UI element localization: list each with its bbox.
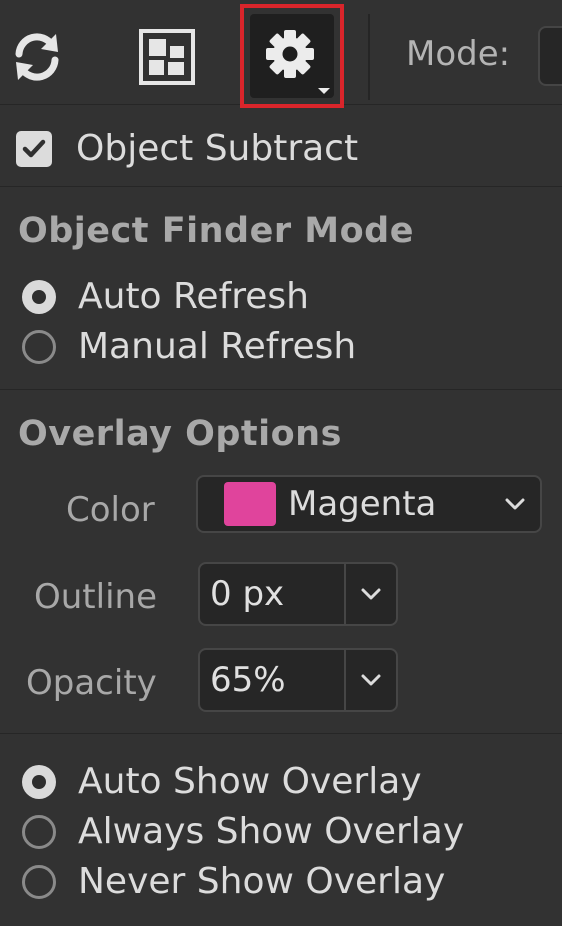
- color-swatch: [224, 482, 276, 526]
- section-divider: [0, 389, 562, 390]
- outline-dropdown-button[interactable]: [346, 564, 396, 624]
- auto-refresh-label: Auto Refresh: [78, 276, 309, 317]
- outline-label: Outline: [34, 577, 158, 617]
- toolbar-divider: [368, 14, 370, 100]
- outline-combo[interactable]: 0 px: [198, 562, 398, 626]
- mode-select[interactable]: [538, 26, 562, 86]
- radio-auto-refresh[interactable]: Auto Refresh: [22, 274, 309, 320]
- radio-never-show-overlay[interactable]: Never Show Overlay: [22, 859, 445, 905]
- never-show-overlay-label: Never Show Overlay: [78, 861, 446, 902]
- toolbar: Mode:: [0, 0, 562, 108]
- always-show-overlay-label: Always Show Overlay: [78, 811, 465, 852]
- chevron-down-icon: [500, 489, 530, 519]
- radio-always-show-overlay[interactable]: Always Show Overlay: [22, 809, 464, 855]
- auto-show-overlay-label: Auto Show Overlay: [78, 761, 422, 802]
- refresh-button[interactable]: [8, 26, 66, 88]
- chevron-down-icon: [361, 674, 381, 686]
- color-value: Magenta: [288, 484, 437, 524]
- radio-manual-refresh[interactable]: Manual Refresh: [22, 324, 356, 370]
- object-selection-settings-panel: Mode: Object Subtract Object Finder Mode…: [0, 0, 562, 926]
- checkmark-icon: [22, 139, 46, 158]
- opacity-combo[interactable]: 65%: [198, 648, 398, 712]
- settings-button[interactable]: [250, 14, 334, 98]
- object-subtract-row[interactable]: Object Subtract: [16, 126, 358, 172]
- radio-button[interactable]: [22, 815, 56, 849]
- radio-auto-show-overlay[interactable]: Auto Show Overlay: [22, 759, 422, 805]
- outline-input[interactable]: 0 px: [200, 564, 346, 624]
- section-divider: [0, 733, 562, 734]
- opacity-input[interactable]: 65%: [200, 650, 346, 710]
- color-label: Color: [66, 490, 155, 530]
- settings-highlight: [240, 4, 344, 108]
- opacity-dropdown-button[interactable]: [346, 650, 396, 710]
- layout-grid-icon: [139, 29, 195, 85]
- layout-button[interactable]: [136, 26, 198, 88]
- object-subtract-checkbox[interactable]: [16, 131, 52, 167]
- radio-button-selected[interactable]: [22, 765, 56, 799]
- radio-button-selected[interactable]: [22, 280, 56, 314]
- object-subtract-label: Object Subtract: [76, 128, 359, 169]
- mode-label: Mode:: [406, 34, 511, 74]
- opacity-label: Opacity: [26, 663, 157, 703]
- radio-button[interactable]: [22, 330, 56, 364]
- color-select[interactable]: Magenta: [196, 475, 542, 533]
- dropdown-caret-icon: [318, 88, 330, 94]
- object-finder-mode-title: Object Finder Mode: [18, 211, 414, 251]
- overlay-options-title: Overlay Options: [18, 414, 342, 454]
- manual-refresh-label: Manual Refresh: [78, 326, 357, 367]
- refresh-icon: [15, 33, 59, 81]
- chevron-down-icon: [361, 588, 381, 600]
- section-divider: [0, 186, 562, 187]
- radio-button[interactable]: [22, 865, 56, 899]
- gear-icon: [266, 30, 330, 94]
